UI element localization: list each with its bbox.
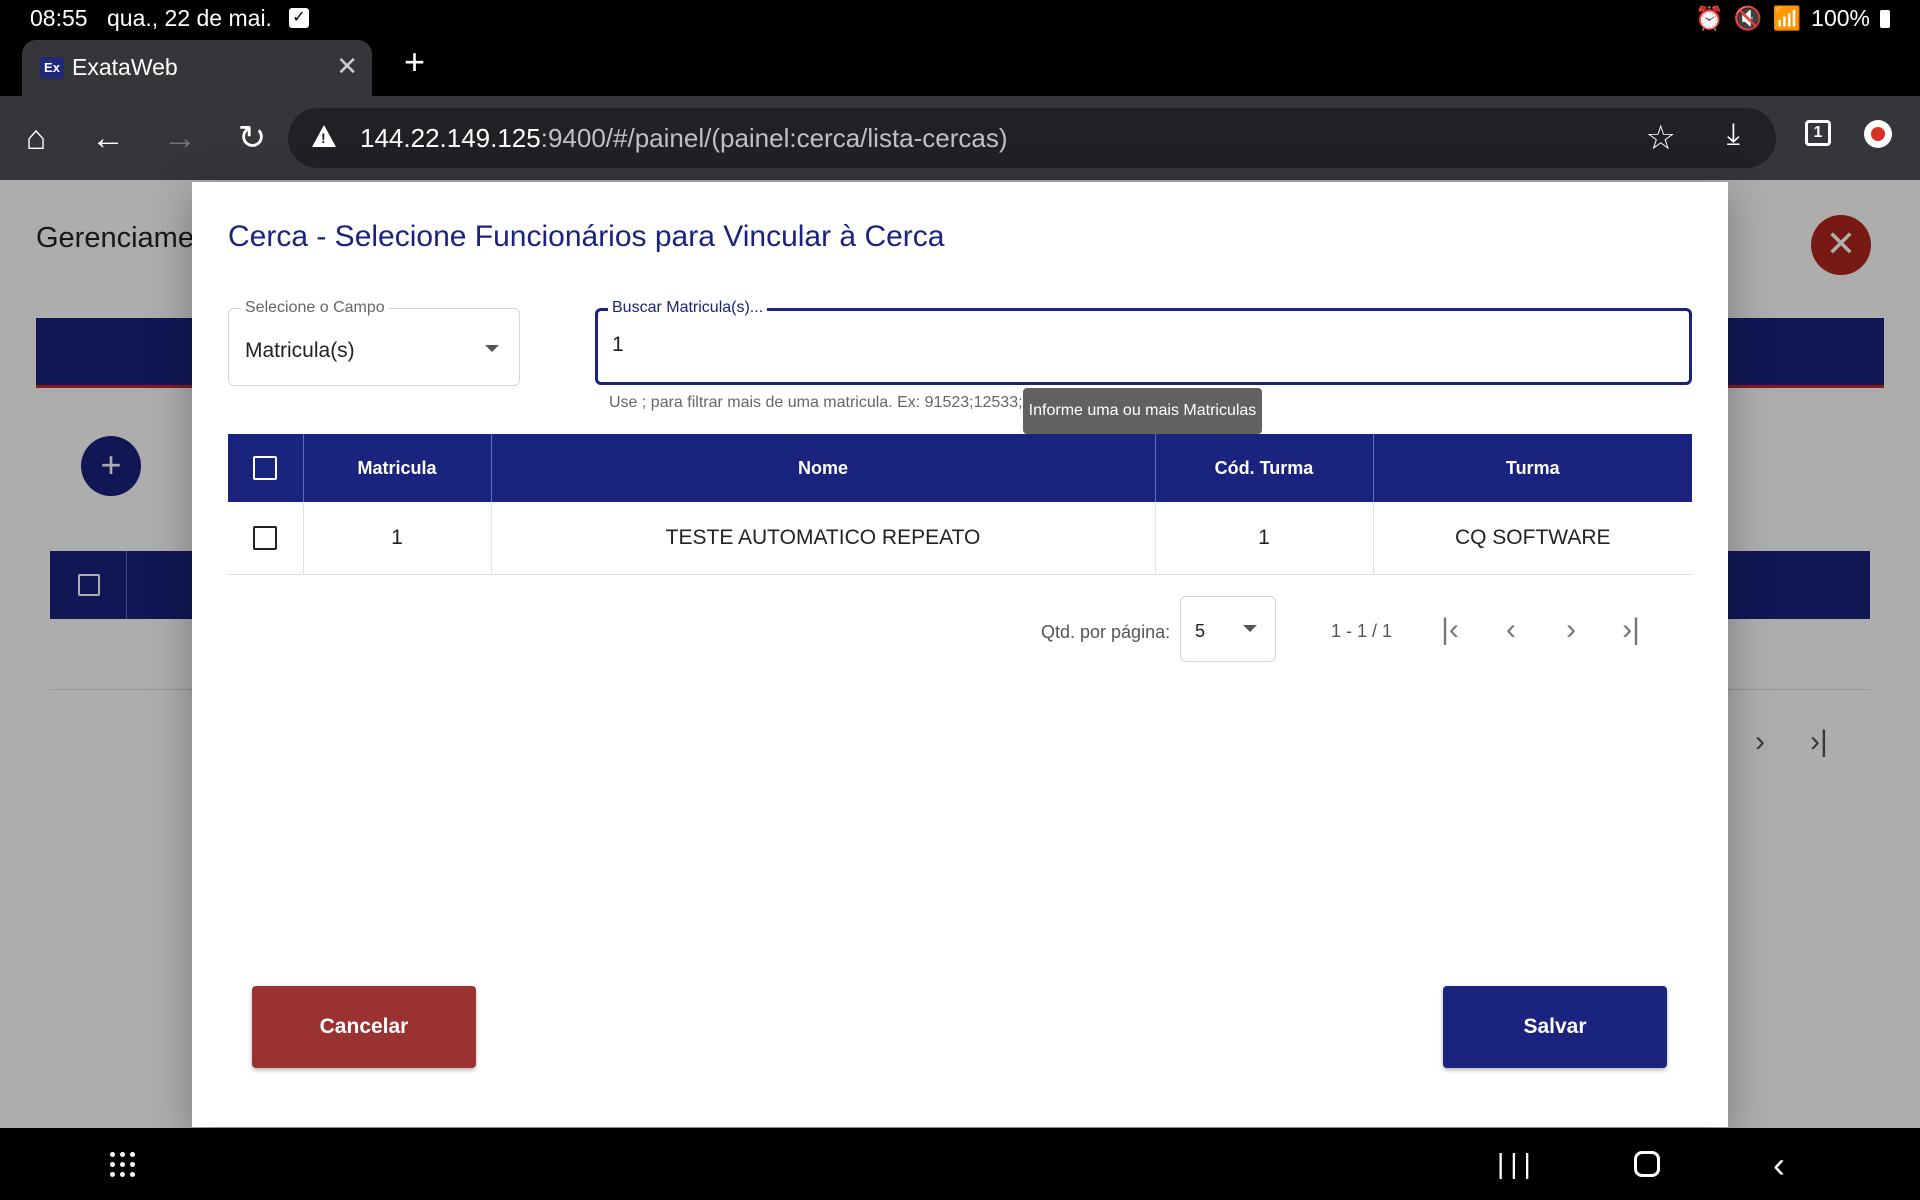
save-button[interactable]: Salvar (1443, 986, 1667, 1068)
cell-turma: CQ SOFTWARE (1373, 502, 1692, 575)
page-size-value: 5 (1195, 621, 1206, 641)
mute-icon: 🔇 (1733, 5, 1763, 31)
notification-check-icon: ✓ (289, 8, 309, 28)
field-select[interactable]: Selecione o Campo Matricula(s) (228, 299, 520, 386)
wifi-icon: 📶 (1772, 5, 1802, 31)
chevron-down-icon (1243, 625, 1257, 632)
back-arrow-icon[interactable]: ← (86, 116, 130, 160)
search-field[interactable]: Buscar Matricula(s)... (595, 299, 1692, 385)
browser-menu-update-icon[interactable] (1864, 120, 1892, 148)
header-nome[interactable]: Nome (491, 434, 1156, 502)
table-header-row: Matricula Nome Cód. Turma Turma (228, 434, 1692, 502)
first-page-icon[interactable]: |‹ (1428, 608, 1472, 652)
bookmark-star-icon[interactable]: ☆ (1646, 118, 1676, 158)
search-label: Buscar Matricula(s)... (608, 299, 768, 317)
apps-grid-icon[interactable] (110, 1152, 136, 1178)
forward-arrow-icon[interactable]: → (158, 116, 202, 160)
page-range: 1 - 1 / 1 (1331, 621, 1393, 641)
back-icon[interactable]: ‹ (1773, 1144, 1785, 1186)
page-size-label: Qtd. por página: (1041, 622, 1171, 642)
download-icon[interactable]: ⤓ (1727, 118, 1740, 152)
system-nav-bar: ||| ‹ (0, 1128, 1920, 1200)
page-size-select[interactable]: 5 (1180, 596, 1276, 662)
cell-nome: TESTE AUTOMATICO REPEATO (491, 502, 1156, 575)
cell-matricula: 1 (303, 502, 492, 575)
battery-icon (1880, 9, 1890, 28)
new-tab-icon[interactable]: + (404, 44, 425, 80)
header-turma[interactable]: Turma (1373, 434, 1692, 502)
tab-title: ExataWeb (72, 54, 178, 80)
table-row[interactable]: 1 TESTE AUTOMATICO REPEATO 1 CQ SOFTWARE (228, 502, 1692, 575)
field-select-value: Matricula(s) (245, 339, 355, 362)
previous-page-icon[interactable]: ‹ (1489, 608, 1533, 652)
tooltip: Informe uma ou mais Matriculas (1023, 388, 1262, 434)
address-bar[interactable]: 144.22.149.125:9400/#/painel/(painel:cer… (288, 108, 1776, 168)
browser-tab[interactable]: Ex ExataWeb ✕ (22, 40, 372, 96)
employees-table: Matricula Nome Cód. Turma Turma 1 TESTE … (228, 434, 1692, 575)
header-checkbox-cell (228, 434, 304, 502)
alarm-icon: ⏰ (1695, 5, 1724, 31)
dialog-title: Cerca - Selecione Funcionários para Vinc… (228, 220, 945, 253)
last-page-icon[interactable]: ›| (1609, 608, 1653, 652)
url-text[interactable]: 144.22.149.125:9400/#/painel/(painel:cer… (360, 123, 1008, 154)
chevron-down-icon (485, 345, 499, 352)
paginator: Qtd. por página: 5 1 - 1 / 1 |‹ ‹ › ›| (192, 588, 1692, 662)
date: qua., 22 de mai. (107, 5, 272, 31)
home-button-icon[interactable] (1634, 1151, 1660, 1177)
search-hint: Use ; para filtrar mais de uma matricula… (609, 394, 1036, 411)
battery-level: 100% (1811, 5, 1870, 31)
favicon-icon: Ex (40, 57, 64, 79)
recent-apps-icon[interactable]: ||| (1497, 1148, 1537, 1180)
close-tab-icon[interactable]: ✕ (336, 51, 358, 82)
row-checkbox[interactable] (253, 525, 278, 550)
status-bar: 08:55 qua., 22 de mai. ✓ ⏰ 🔇 📶 100% (0, 0, 1920, 36)
not-secure-warning-icon[interactable] (312, 125, 336, 147)
select-all-checkbox[interactable] (253, 456, 278, 480)
home-icon[interactable]: ⌂ (14, 116, 58, 160)
header-cod-turma[interactable]: Cód. Turma (1155, 434, 1374, 502)
reload-icon[interactable]: ↻ (230, 116, 274, 160)
browser-toolbar: ⌂ ← → ↻ 144.22.149.125:9400/#/painel/(pa… (0, 96, 1920, 180)
next-page-icon[interactable]: › (1549, 608, 1593, 652)
header-matricula[interactable]: Matricula (303, 434, 492, 502)
clock: 08:55 (30, 5, 88, 31)
search-input[interactable] (612, 333, 1672, 357)
select-employees-dialog: Cerca - Selecione Funcionários para Vinc… (192, 182, 1728, 1127)
tab-count-button[interactable]: 1 (1805, 120, 1831, 146)
cancel-button[interactable]: Cancelar (252, 986, 476, 1068)
field-select-label: Selecione o Campo (241, 299, 389, 317)
cell-cod-turma: 1 (1155, 502, 1374, 575)
tab-strip: Ex ExataWeb ✕ (0, 36, 1920, 96)
